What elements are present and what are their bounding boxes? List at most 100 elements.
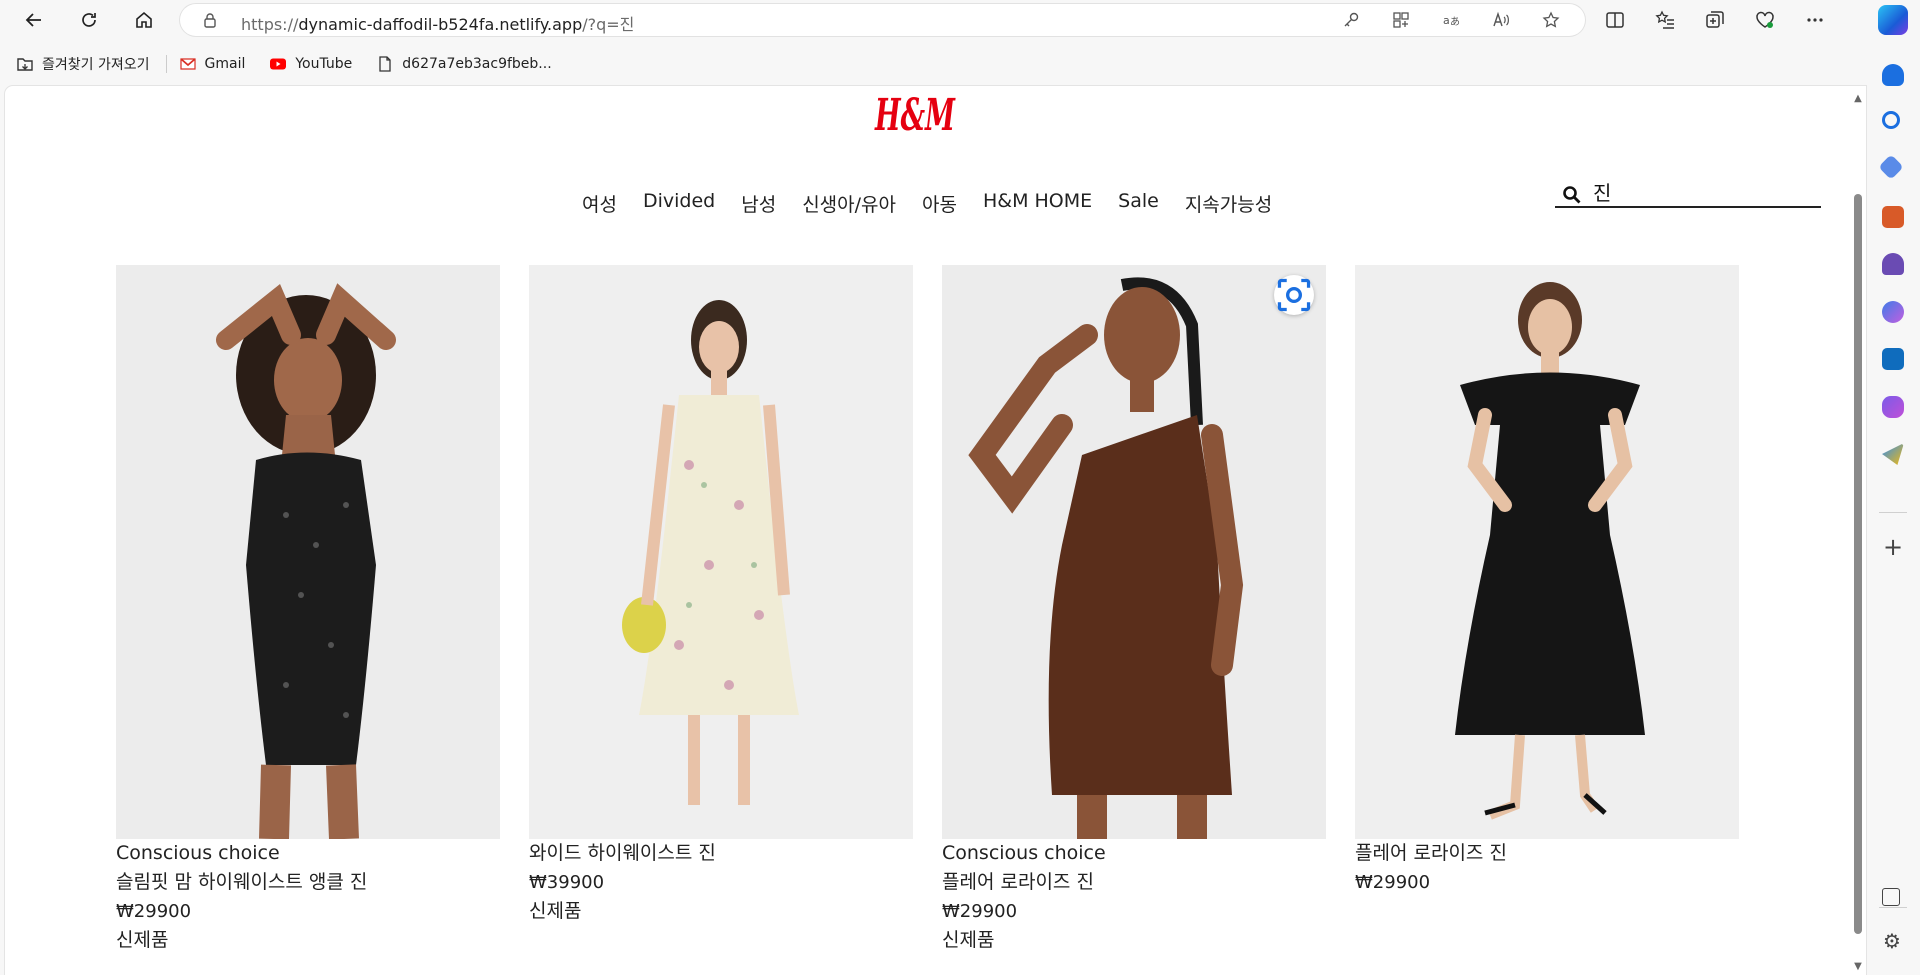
page-scrollbar[interactable]: ▲ ▼ [1853,94,1863,974]
product-image[interactable] [1355,265,1739,839]
shopping-tag-icon[interactable] [1878,154,1904,180]
hide-sidebar-icon[interactable] [1882,888,1900,906]
microsoft365-icon[interactable] [1882,301,1904,323]
scroll-down-arrow-icon[interactable]: ▼ [1853,962,1863,972]
main-navigation: 여성 Divided 남성 신생아/유아 아동 H&M HOME Sale 지속… [582,190,1272,217]
browser-essentials-icon[interactable] [1747,4,1783,36]
tools-briefcase-icon[interactable] [1882,206,1904,228]
designer-icon[interactable] [1882,396,1904,418]
product-price: ₩39900 [529,872,605,893]
search-icon[interactable] [1562,185,1582,205]
hm-logo[interactable]: H&M [873,86,957,142]
bookmark-divider [165,55,167,73]
home-icon [136,11,152,28]
favorites-list-icon[interactable] [1647,4,1683,36]
search-input[interactable] [1593,174,1813,208]
read-aloud-icon[interactable] [1487,8,1515,32]
url-path: /?q=진 [582,15,635,34]
copilot-icon[interactable] [1878,5,1908,35]
home-button[interactable] [128,4,160,36]
product-card[interactable]: 와이드 하이웨이스트 진 ₩39900 신제품 [529,265,913,926]
product-image[interactable] [529,265,913,839]
bookmark-import-favorites[interactable]: 즐겨찾기 가져오기 [16,54,150,74]
favorite-star-icon[interactable] [1537,8,1565,32]
product-photo-woman-black-off-shoulder-dress [1355,265,1739,839]
back-button[interactable] [18,4,50,36]
bookmark-gmail[interactable]: Gmail [179,55,245,73]
page-viewport: H&M 여성 Divided 남성 신생아/유아 아동 H&M HOME Sal… [5,86,1866,975]
notifications-bell-icon[interactable] [1882,64,1904,86]
nav-divided[interactable]: Divided [643,190,715,217]
svg-text:H&M: H&M [874,90,956,141]
product-badge: 신제품 [942,929,995,951]
sidebar-divider [1879,512,1907,513]
nav-sale[interactable]: Sale [1118,190,1159,217]
product-photo-woman-black-floral-dress [116,265,500,839]
svg-text:あ: あ [1450,16,1460,28]
bookmark-youtube[interactable]: YouTube [269,55,352,73]
product-name[interactable]: 와이드 하이웨이스트 진 [529,839,913,868]
reload-button[interactable] [73,4,105,36]
document-icon [379,56,391,72]
nav-baby[interactable]: 신생아/유아 [802,190,896,217]
key-icon[interactable] [1337,8,1365,32]
add-sidebar-app-icon[interactable]: + [1883,535,1903,559]
outlook-icon[interactable] [1882,348,1904,370]
nav-kids[interactable]: 아동 [922,190,957,217]
url-text[interactable]: https://dynamic-daffodil-b524fa.netlify.… [241,11,634,35]
split-screen-icon[interactable] [1597,4,1633,36]
site-search [1555,172,1821,208]
visual-search-button[interactable] [1274,275,1314,315]
product-card[interactable]: Conscious choice 플레어 로라이즈 진 ₩29900 신제품 [942,265,1326,955]
product-image[interactable] [116,265,500,839]
bookmark-document[interactable]: d627a7eb3ac9fbeb... [376,55,552,73]
product-price: ₩29900 [942,901,1018,922]
product-tag: Conscious choice [942,842,1106,864]
send-drop-icon[interactable] [1882,443,1904,465]
nav-men[interactable]: 남성 [741,190,776,217]
product-name[interactable]: 플레어 로라이즈 진 [942,868,1326,897]
product-name[interactable]: 플레어 로라이즈 진 [1355,839,1739,868]
games-icon[interactable] [1882,253,1904,275]
import-favorites-icon [17,58,33,71]
more-menu-icon[interactable] [1797,4,1833,36]
product-image[interactable] [942,265,1326,839]
apps-icon[interactable] [1387,8,1415,32]
scroll-up-arrow-icon[interactable]: ▲ [1853,94,1863,104]
scroll-thumb[interactable] [1854,194,1862,934]
product-badge: 신제품 [116,929,169,951]
gmail-icon [179,58,196,70]
lock-icon[interactable] [202,12,218,28]
bookmark-label: d627a7eb3ac9fbeb... [402,56,552,72]
product-name[interactable]: 슬림핏 맘 하이웨이스트 앵클 진 [116,868,500,897]
product-badge: 신제품 [529,900,582,922]
collections-icon[interactable] [1697,4,1733,36]
sidebar-divider [1879,907,1907,908]
reload-icon [82,13,96,27]
product-card[interactable]: 플레어 로라이즈 진 ₩29900 [1355,265,1739,897]
url-host: dynamic-daffodil-b524fa.netlify.app [298,15,583,34]
visual-search-icon [1277,278,1311,312]
bookmark-label: YouTube [295,56,353,72]
edge-sidebar: + ⚙ [1866,40,1920,975]
browser-toolbar: https://dynamic-daffodil-b524fa.netlify.… [0,0,1920,40]
product-price: ₩29900 [116,901,192,922]
youtube-icon [270,58,287,70]
back-arrow-icon [25,13,41,27]
product-card[interactable]: Conscious choice 슬림핏 맘 하이웨이스트 앵클 진 ₩2990… [116,265,500,955]
bookmarks-bar: 즐겨찾기 가져오기 Gmail YouTube d627a7eb3ac9fbeb… [0,48,1870,80]
product-photo-woman-brown-one-shoulder-dress [942,265,1326,839]
product-photo-woman-floral-midi-dress [529,265,913,839]
bookmark-label: 즐겨찾기 가져오기 [42,57,150,73]
translate-icon[interactable]: aあ [1437,8,1465,32]
product-price: ₩29900 [1355,872,1431,893]
address-bar[interactable]: https://dynamic-daffodil-b524fa.netlify.… [180,4,1585,36]
product-tag: Conscious choice [116,842,280,864]
nav-hm-home[interactable]: H&M HOME [983,190,1092,217]
nav-sustainability[interactable]: 지속가능성 [1185,190,1272,217]
svg-text:a: a [1443,14,1450,27]
nav-women[interactable]: 여성 [582,190,617,217]
url-scheme: https:// [241,15,299,34]
search-sidebar-icon[interactable] [1882,111,1900,129]
settings-gear-icon[interactable]: ⚙ [1883,931,1901,951]
